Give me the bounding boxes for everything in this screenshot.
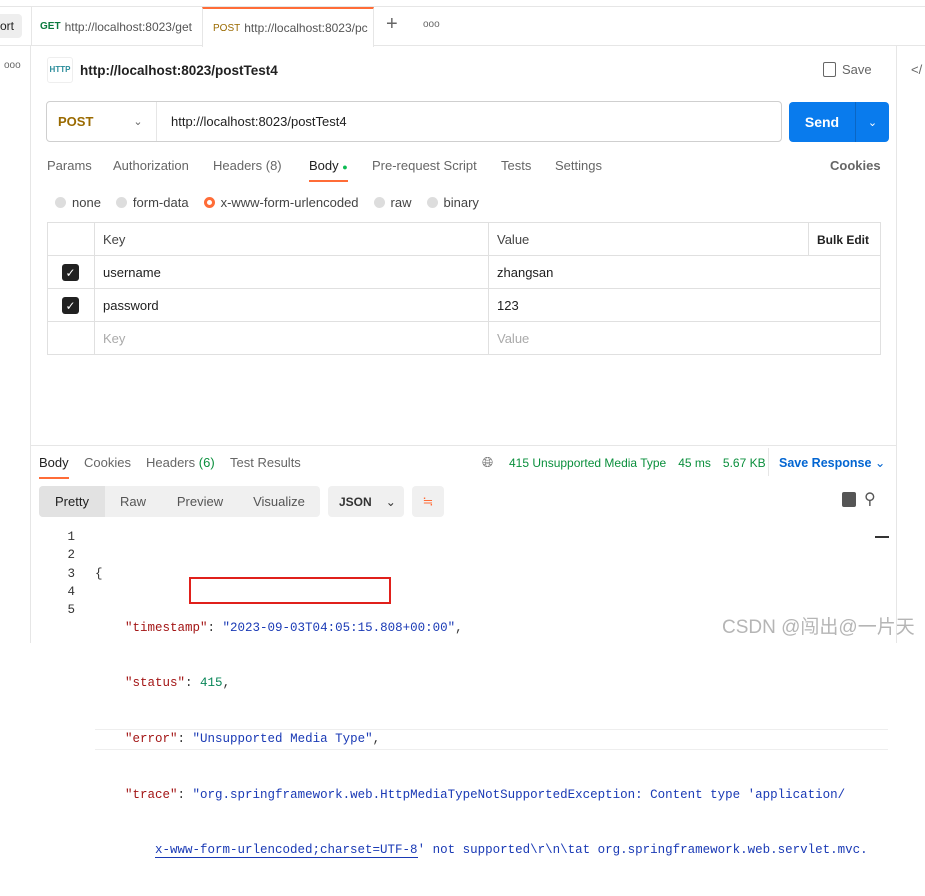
resp-tab-headers[interactable]: Headers (6) [146,455,215,470]
value-input[interactable]: zhangsan [488,256,880,289]
status-code[interactable]: 415 Unsupported Media Type [509,456,666,470]
key-input[interactable]: username [94,256,488,289]
search-icon[interactable]: ⚲ [864,489,876,509]
save-button[interactable]: Save [823,62,872,77]
fold-indicator [875,536,889,538]
view-pretty[interactable]: Pretty [39,486,105,517]
resp-tab-cookies[interactable]: Cookies [84,455,131,470]
divider [31,445,896,446]
radio-raw[interactable]: raw [373,195,412,210]
tab-authorization[interactable]: Authorization [113,158,189,173]
body-dot-indicator: ● [342,162,348,172]
table-row: ✓ password 123 [48,289,880,322]
url-bar: POST ⌄ http://localhost:8023/postTest4 [46,101,782,142]
send-options-chevron-icon[interactable]: ⌄ [856,102,889,142]
radio-binary[interactable]: binary [426,195,479,210]
table-row: ✓ username zhangsan [48,256,880,289]
tab-post[interactable]: POST http://localhost:8023/pc [202,7,374,47]
right-sidebar: </ [896,46,925,643]
response-meta: 415 Unsupported Media Type 45 ms 5.67 KB [509,456,766,470]
method-select[interactable]: POST ⌄ [47,102,157,141]
tab-get[interactable]: GET http://localhost:8023/get [31,7,201,46]
tab-params[interactable]: Params [47,158,92,173]
wrap-lines-icon[interactable]: ≒ [412,486,444,517]
radio-form-data[interactable]: form-data [115,195,189,210]
cookies-link[interactable]: Cookies [830,158,881,173]
bulk-edit-button[interactable]: Bulk Edit [808,223,880,256]
tab-body[interactable]: Body ● [309,158,348,182]
highlight-box [189,577,391,604]
table-header: Key Value Bulk Edit [48,223,880,256]
tab-settings[interactable]: Settings [555,158,602,173]
tab-headers[interactable]: Headers (8) [213,158,282,173]
value-input[interactable]: Value [488,322,880,355]
chevron-down-icon: ⌄ [133,116,143,128]
response-time[interactable]: 45 ms [678,456,711,470]
view-visualize[interactable]: Visualize [239,494,319,509]
radio-none[interactable]: none [55,195,101,210]
url-input[interactable]: http://localhost:8023/postTest4 [171,114,347,129]
save-response-button[interactable]: Save Response ⌄ [779,455,885,470]
tab-tests[interactable]: Tests [501,158,531,173]
response-size[interactable]: 5.67 KB [723,456,766,470]
watermark: CSDN @闯出@一片天 [722,617,915,638]
left-sidebar: ooo [0,46,31,643]
body-type-radios: none form-data x-www-form-urlencoded raw… [55,195,479,210]
table-row-empty: Key Value [48,322,880,355]
tab-bar: ort GET http://localhost:8023/get POST htt… [0,6,925,47]
params-table: Key Value Bulk Edit ✓ username zhangsan … [47,222,881,355]
globe-icon: 🌐︎ [482,454,494,470]
more-icon[interactable]: ooo [0,46,30,71]
line-numbers: 12345 [67,530,75,618]
format-select[interactable]: JSON ⌄ [328,486,404,517]
row-checkbox[interactable]: ✓ [62,264,79,281]
tab-pre-request-script[interactable]: Pre-request Script [372,158,477,173]
save-icon [823,62,836,77]
request-title[interactable]: http://localhost:8023/postTest4 [80,63,278,78]
send-button[interactable]: Send [789,102,856,142]
chevron-down-icon: ⌄ [874,456,886,470]
view-preview[interactable]: Preview [161,494,239,509]
new-tab-icon[interactable]: + [386,13,398,36]
key-input[interactable]: Key [94,322,488,355]
more-tabs-button[interactable]: ooo [423,19,440,30]
value-input[interactable]: 123 [488,289,880,322]
copy-icon[interactable] [842,492,856,507]
import-button[interactable]: ort [0,14,22,38]
send-button-group: Send ⌄ [789,102,889,142]
row-checkbox[interactable]: ✓ [62,297,79,314]
code-icon[interactable]: </ [897,46,925,77]
resp-tab-body[interactable]: Body [39,455,69,479]
http-icon: HTTP [47,57,73,83]
key-input[interactable]: password [94,289,488,322]
view-mode-group: Pretty Raw Preview Visualize [39,486,320,517]
view-raw[interactable]: Raw [105,494,161,509]
resp-tab-test-results[interactable]: Test Results [230,455,301,470]
radio-x-www-form-urlencoded[interactable]: x-www-form-urlencoded [203,195,359,210]
chevron-down-icon: ⌄ [385,494,396,509]
